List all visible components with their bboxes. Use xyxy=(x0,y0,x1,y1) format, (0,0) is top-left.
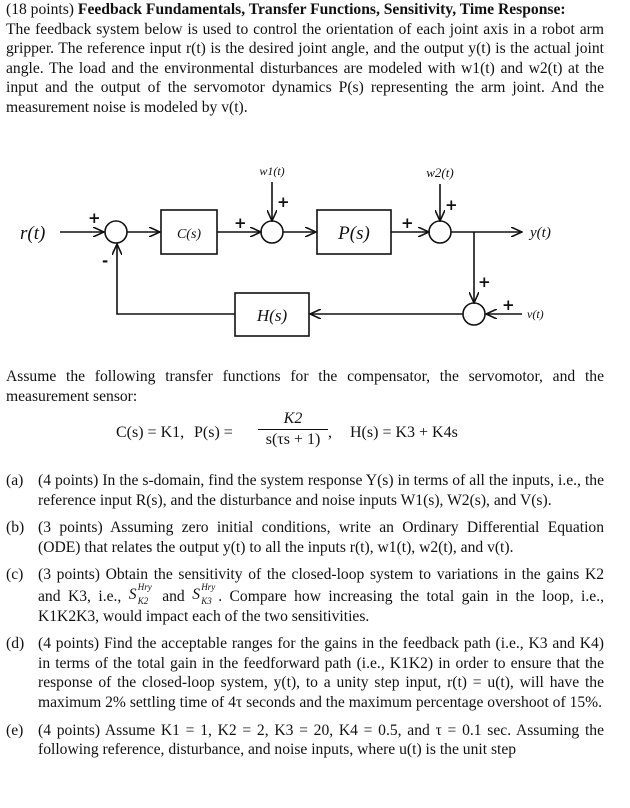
plant-denominator: s(τs + 1) xyxy=(265,431,321,448)
part-text: (4 points) Assume K1 = 1, K2 = 2, K3 = 2… xyxy=(38,721,604,759)
w2-label: w2(t) xyxy=(426,165,453,180)
part-label: (c) xyxy=(6,566,24,584)
assumption-text: Assume the following transfer functions … xyxy=(6,368,604,405)
assumption-section: Assume the following transfer functions … xyxy=(6,367,604,406)
plant-numerator: K2 xyxy=(283,410,303,427)
sensor-equation: H(s) = K3 + K4s xyxy=(350,424,458,441)
plant-fraction: K2 s(τs + 1) xyxy=(258,410,328,449)
sensor-label: H(s) xyxy=(256,306,288,325)
problem-page: (18 points) Feedback Fundamentals, Trans… xyxy=(6,0,604,118)
sign-plus-pickoff: + xyxy=(478,273,491,291)
part-label: (d) xyxy=(6,635,25,653)
plant-comma: , xyxy=(328,424,332,441)
fraction-bar xyxy=(258,429,328,430)
part-e: (e) (4 points) Assume K1 = 1, K2 = 2, K3… xyxy=(6,721,604,760)
transfer-function-equation: C(s) = K1, P(s) = K2 s(τs + 1) , H(s) = … xyxy=(116,410,536,456)
sensitivity-k3: S Hry K3 xyxy=(192,581,216,606)
problem-points: (18 points) xyxy=(6,1,75,18)
part-c: (c) (3 points) Obtain the sensitivity of… xyxy=(6,566,604,625)
sign-minus-feedback: - xyxy=(102,252,108,270)
summing-junction-3 xyxy=(428,220,452,244)
part-label: (a) xyxy=(6,472,24,489)
part-label: (e) xyxy=(6,721,24,739)
problem-title: Feedback Fundamentals, Transfer Function… xyxy=(77,1,566,18)
compensator-label: C(s) xyxy=(177,227,201,242)
noise-label: v(t) xyxy=(527,307,544,321)
input-label: r(t) xyxy=(20,223,45,244)
block-diagram-svg: r(t) C(s) P(s) H(s) y(t) w1(t) w2(t) v(t… xyxy=(20,164,551,337)
sign-plus-w1: + xyxy=(277,193,290,211)
summing-junction-1 xyxy=(104,220,128,244)
summing-junction-4 xyxy=(462,302,486,326)
sign-plus-p: + xyxy=(401,214,414,232)
summing-junction-2 xyxy=(260,220,284,244)
compensator-equation: C(s) = K1, xyxy=(116,424,185,441)
part-text-cont: . Compare how increasing the total gain … xyxy=(38,587,604,625)
part-text: (3 points) Assuming zero initial conditi… xyxy=(38,519,604,556)
w1-label: w1(t) xyxy=(259,164,284,178)
sign-plus-v: + xyxy=(502,296,515,314)
problem-heading: (18 points) Feedback Fundamentals, Trans… xyxy=(6,0,604,20)
part-a: (a) (4 points) In the s-domain, find the… xyxy=(6,471,604,510)
block-diagram: r(t) C(s) P(s) H(s) y(t) w1(t) w2(t) v(t… xyxy=(0,140,630,345)
part-b: (b) (3 points) Assuming zero initial con… xyxy=(6,518,604,557)
part-text: (4 points) In the s-domain, find the sys… xyxy=(38,472,604,509)
part-label: (b) xyxy=(6,519,25,537)
sign-plus-u: + xyxy=(234,214,247,232)
plant-equation-lhs: P(s) = xyxy=(194,424,233,441)
part-text: (4 points) Find the acceptable ranges fo… xyxy=(38,635,604,711)
sign-plus-r: + xyxy=(88,209,101,227)
part-d: (d) (4 points) Find the acceptable range… xyxy=(6,634,604,712)
sensitivity-k2: S Hry K2 xyxy=(128,581,152,606)
plant-label: P(s) xyxy=(337,223,370,244)
sign-plus-w2: + xyxy=(445,196,458,214)
question-parts: (a) (4 points) In the s-domain, find the… xyxy=(6,471,604,768)
problem-intro: The feedback system below is used to con… xyxy=(6,20,604,116)
output-label: y(t) xyxy=(528,225,551,241)
